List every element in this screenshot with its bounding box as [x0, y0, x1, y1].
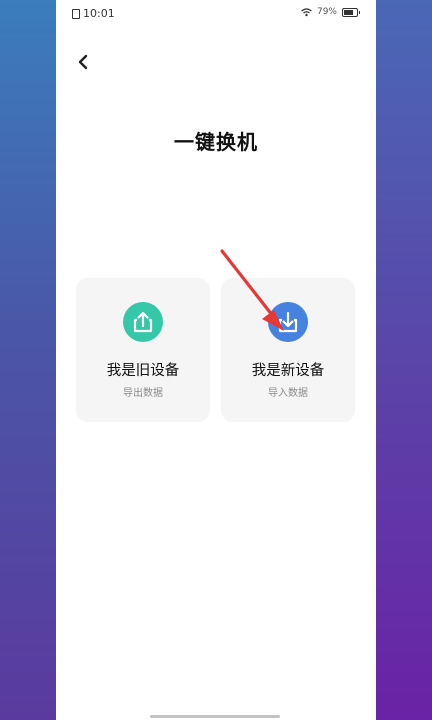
new-device-option[interactable]: 我是新设备 导入数据	[221, 278, 355, 422]
download-icon	[268, 302, 308, 342]
background-right	[376, 0, 432, 720]
back-button[interactable]	[74, 52, 94, 72]
phone-screen: 10:01 79% 一键换机 我是旧设备 导出数据 我是新设备 导入数据	[56, 0, 376, 720]
upload-icon	[123, 302, 163, 342]
battery-icon	[342, 7, 360, 17]
status-bar: 10:01 79%	[56, 0, 376, 26]
wifi-icon	[301, 7, 312, 16]
home-indicator[interactable]	[150, 715, 280, 718]
old-device-sublabel: 导出数据	[123, 388, 163, 399]
chevron-left-icon	[78, 54, 88, 70]
file-icon	[72, 8, 80, 19]
status-time: 10:01	[83, 7, 115, 20]
new-device-sublabel: 导入数据	[268, 388, 308, 399]
new-device-label: 我是新设备	[251, 363, 325, 379]
page-title: 一键换机	[174, 130, 258, 154]
battery-percent: 79%	[316, 7, 337, 17]
battery-fill	[344, 9, 354, 15]
old-device-label: 我是旧设备	[106, 363, 180, 379]
old-device-option[interactable]: 我是旧设备 导出数据	[76, 278, 210, 422]
